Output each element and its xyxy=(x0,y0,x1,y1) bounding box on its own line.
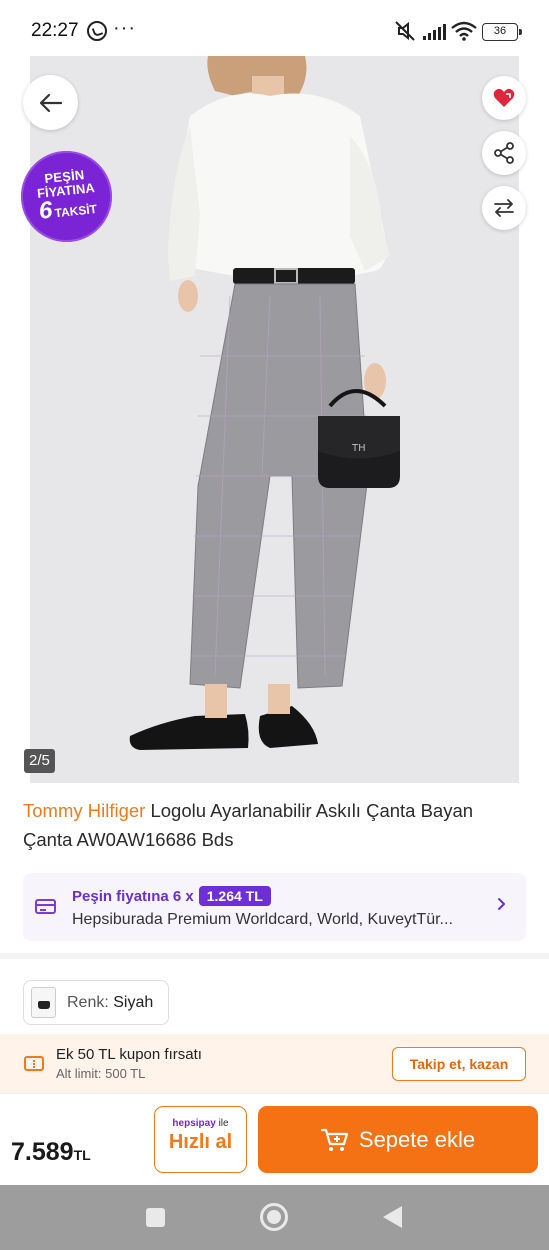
color-text: Renk: Siyah xyxy=(67,994,153,1012)
product-title: Tommy Hilfiger Logolu Ayarlanabilir Askı… xyxy=(23,796,523,854)
recents-icon[interactable] xyxy=(146,1208,165,1227)
chevron-right-icon[interactable] xyxy=(497,896,507,912)
coupon-subtitle: Alt limit: 500 TL xyxy=(56,1066,146,1081)
installment-cards: Hepsiburada Premium Worldcard, World, Ku… xyxy=(72,911,453,928)
color-selector[interactable]: Renk: Siyah xyxy=(23,980,169,1025)
home-icon[interactable] xyxy=(260,1203,288,1231)
promo-badge-number: 6 xyxy=(37,196,54,225)
buy-bar: 7.589TL hepsipay ile Hızlı al Sepete ekl… xyxy=(0,1093,549,1185)
product-gallery[interactable]: TH PEŞİN FİYATINA 6 TAKSİT 2/5 xyxy=(0,56,549,783)
quick-buy-label: Hızlı al xyxy=(168,1131,233,1153)
coupon-title: Ek 50 TL kupon fırsatı xyxy=(56,1046,202,1063)
price-currency: TL xyxy=(73,1147,91,1163)
add-to-cart-label: Sepete ekle xyxy=(358,1126,476,1152)
cart-add-icon xyxy=(320,1128,348,1151)
hepsipay-suffix: ile xyxy=(218,1118,229,1129)
system-back-icon[interactable] xyxy=(383,1206,402,1228)
color-thumbnail xyxy=(31,987,56,1018)
system-nav-bar xyxy=(0,1185,549,1250)
installment-card[interactable]: Peşin fiyatına 6 x 1.264 TL Hepsiburada … xyxy=(23,873,526,941)
price-value: 7.589 xyxy=(11,1138,74,1166)
signal-icon xyxy=(423,24,446,40)
promo-badge-line3: 6 TAKSİT xyxy=(38,195,98,226)
coupon-ticket-icon xyxy=(24,1056,44,1071)
hepsipay-label: hepsipay ile xyxy=(155,1118,246,1129)
installment-offer: Peşin fiyatına 6 x 1.264 TL xyxy=(72,886,271,906)
compare-icon xyxy=(494,199,514,217)
brand-link[interactable]: Tommy Hilfiger xyxy=(23,800,145,821)
image-counter: 2/5 xyxy=(24,749,55,773)
status-time: 22:27 xyxy=(31,20,79,41)
svg-text:TH: TH xyxy=(351,443,366,454)
mute-icon xyxy=(395,21,415,41)
share-button[interactable] xyxy=(482,131,526,175)
back-button[interactable] xyxy=(23,75,78,130)
color-value: Siyah xyxy=(113,993,154,1011)
whatsapp-icon xyxy=(87,21,107,41)
product-image[interactable]: TH xyxy=(30,56,519,783)
compare-button[interactable] xyxy=(482,186,526,230)
status-more-dots: ··· xyxy=(113,17,136,39)
hepsipay-logo: hepsipay xyxy=(172,1118,216,1129)
price: 7.589TL xyxy=(11,1138,91,1167)
credit-card-icon xyxy=(35,899,56,914)
quick-buy-button[interactable]: hepsipay ile Hızlı al xyxy=(154,1106,247,1173)
section-divider xyxy=(0,953,549,959)
color-label: Renk: xyxy=(67,993,109,1011)
promo-badge-word: TAKSİT xyxy=(53,201,98,221)
favorite-button[interactable] xyxy=(482,76,526,120)
product-model-illustration: TH xyxy=(129,56,400,750)
battery-icon: 36 xyxy=(482,23,522,41)
status-bar: 22:27 ··· 36 xyxy=(0,0,549,56)
follow-and-earn-button[interactable]: Takip et, kazan xyxy=(392,1047,526,1081)
share-icon xyxy=(494,142,514,164)
add-to-cart-button[interactable]: Sepete ekle xyxy=(258,1106,538,1173)
wifi-icon xyxy=(451,21,477,41)
back-arrow-icon xyxy=(39,93,62,112)
installment-prefix: Peşin fiyatına 6 x xyxy=(72,887,194,905)
coupon-banner: Ek 50 TL kupon fırsatı Alt limit: 500 TL… xyxy=(0,1034,549,1093)
favorite-heart-icon xyxy=(493,88,515,107)
installment-amount: 1.264 TL xyxy=(198,886,271,906)
